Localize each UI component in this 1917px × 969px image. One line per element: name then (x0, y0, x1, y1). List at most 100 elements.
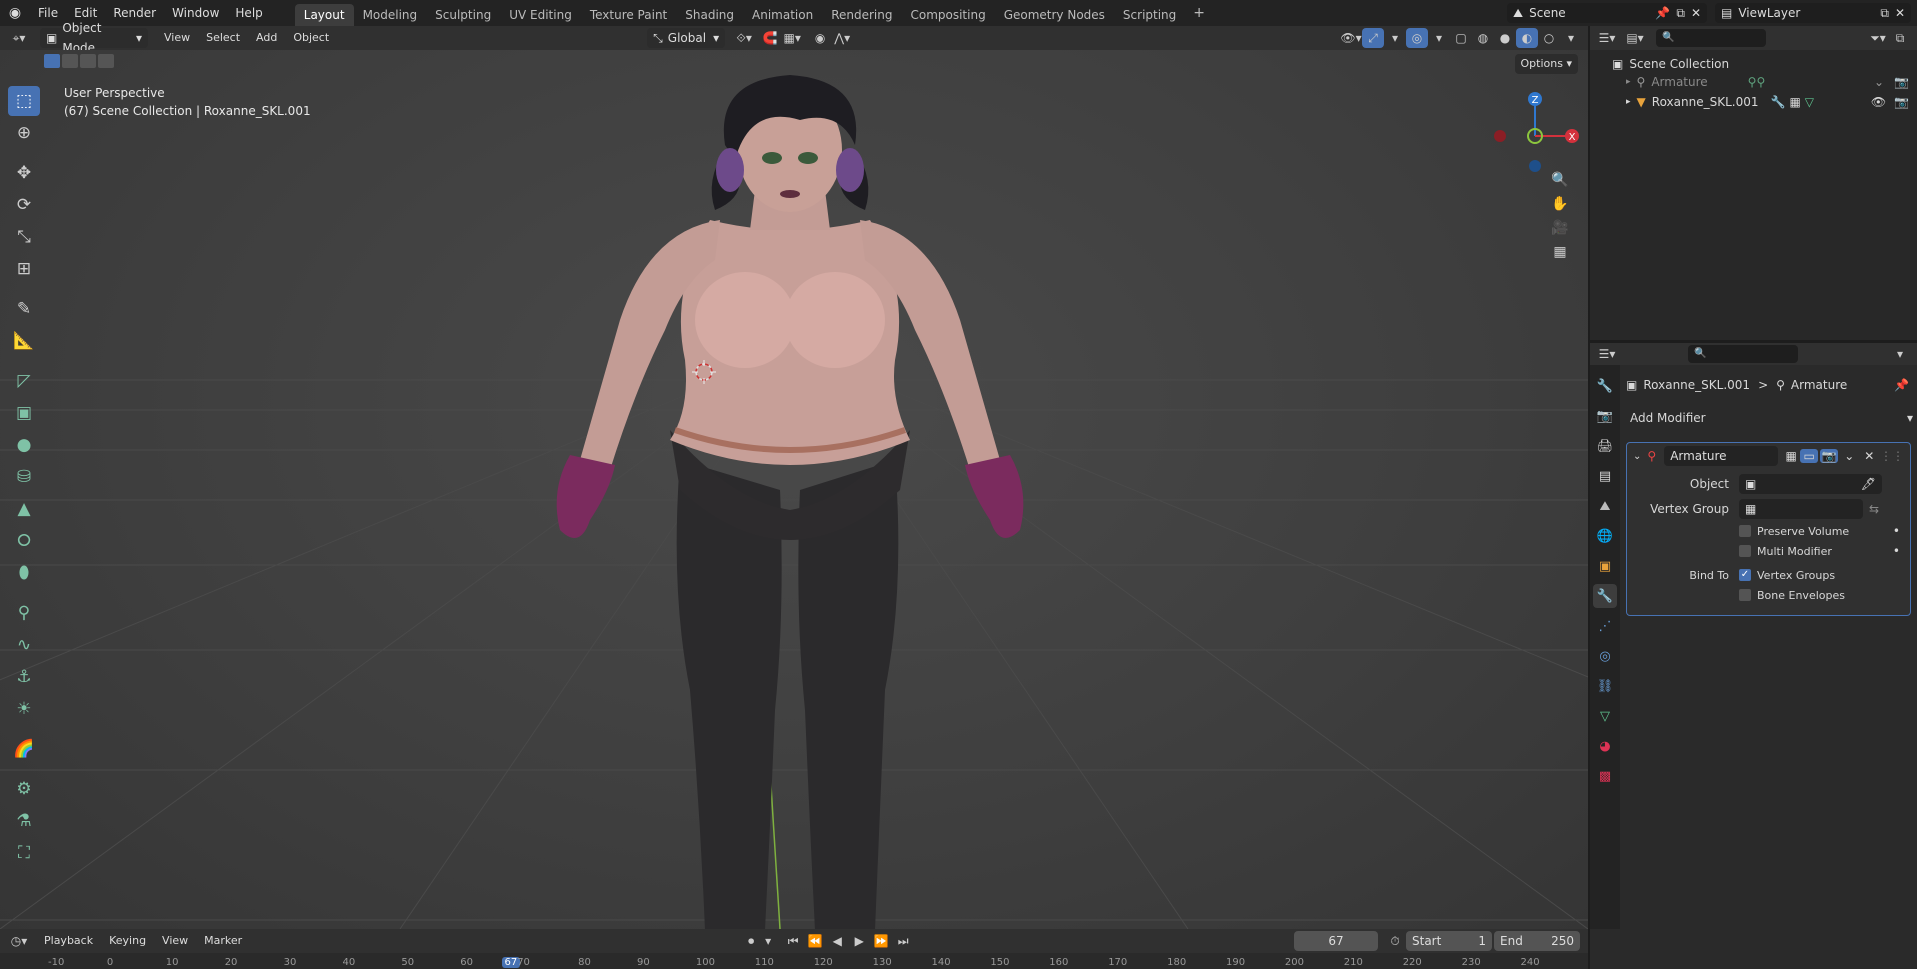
tab-rendering[interactable]: Rendering (822, 4, 901, 26)
gizmo-icon[interactable]: ⤢ (1362, 28, 1384, 48)
prev-keyframe-icon[interactable]: ⏪ (804, 931, 826, 951)
world-tab-icon[interactable]: 🌐 (1593, 524, 1617, 548)
auto-key-dropdown-icon[interactable]: ▾ (762, 931, 774, 951)
tab-scripting[interactable]: Scripting (1114, 4, 1185, 26)
properties-search-input[interactable]: 🔍 (1688, 345, 1798, 363)
rotate-tool-icon[interactable]: ⟳ (8, 190, 40, 220)
add-empty-icon[interactable]: ⚓ (8, 662, 40, 692)
neg-x-axis-icon[interactable] (1494, 130, 1506, 142)
hidden-icon[interactable]: ⌄ (1874, 75, 1884, 89)
select-box-icon[interactable]: ⬚ (8, 86, 40, 116)
modifier-menu-chevron-icon[interactable]: ⌄ (1844, 449, 1854, 463)
multi-modifier-checkbox[interactable]: Multi Modifier • (1627, 541, 1910, 561)
add-modifier-button[interactable]: Add Modifier ▾ (1626, 407, 1913, 429)
play-reverse-icon[interactable]: ◀ (826, 931, 848, 951)
new-scene-icon[interactable]: ⧉ (1676, 3, 1685, 23)
select-extend-icon[interactable] (62, 54, 78, 68)
proportional-edit-icon[interactable]: ◉ (809, 28, 831, 48)
new-collection-icon[interactable]: ⧉ (1889, 28, 1911, 48)
shading-dropdown-icon[interactable]: ▾ (1560, 28, 1582, 48)
camera-icon[interactable]: 🎥 (1549, 218, 1571, 238)
tab-sculpting[interactable]: Sculpting (426, 4, 500, 26)
remove-modifier-icon[interactable]: ✕ (1864, 449, 1874, 463)
checkbox-checked-icon[interactable]: ✓ (1739, 569, 1751, 581)
add-rainbow-icon[interactable]: 🌈 (8, 734, 40, 764)
constraints-tab-icon[interactable]: ⛓ (1593, 674, 1617, 698)
solid-shading-icon[interactable]: ● (1494, 28, 1516, 48)
tab-modeling[interactable]: Modeling (354, 4, 427, 26)
visible-eye-icon[interactable]: 👁 (1871, 95, 1886, 109)
timeline-menu-playback[interactable]: Playback (36, 928, 101, 954)
data-tab-icon[interactable]: ▽ (1593, 704, 1617, 728)
add-sphere-icon[interactable]: ● (8, 430, 40, 460)
character-model[interactable] (500, 70, 1060, 929)
tab-texture-paint[interactable]: Texture Paint (581, 4, 676, 26)
grid-perspective-icon[interactable]: ▦ (1549, 242, 1571, 262)
expand-arrow-icon[interactable]: ▸ (1626, 97, 1631, 107)
invert-vertex-group-icon[interactable]: ⇆ (1869, 502, 1879, 516)
scene-collection-row[interactable]: ▣ Scene Collection (1590, 50, 1917, 72)
add-force-field-icon[interactable]: ⚙ (8, 774, 40, 804)
view-layer-selector[interactable]: ▤ ViewLayer ⧉ ✕ (1715, 3, 1911, 23)
material-tab-icon[interactable]: ◕ (1593, 734, 1617, 758)
tab-uv-editing[interactable]: UV Editing (500, 4, 581, 26)
add-bone-icon[interactable]: ⚲ (8, 598, 40, 628)
add-shrinkwrap-icon[interactable]: ⛶ (8, 838, 40, 868)
falloff-icon[interactable]: ⋀▾ (831, 28, 853, 48)
snap-target-icon[interactable]: ▦▾ (781, 28, 803, 48)
render-camera-icon[interactable]: 📷 (1894, 95, 1909, 109)
close-icon[interactable]: ✕ (1895, 3, 1905, 23)
viewport-menu-select[interactable]: Select (198, 25, 248, 51)
editor-type-icon[interactable]: ⌖▾ (8, 28, 30, 48)
outliner-row-armature[interactable]: ▸ ⚲ Armature ⚲⚲ ⌄ 📷 (1590, 72, 1917, 92)
add-plane-icon[interactable]: ◸ (8, 366, 40, 396)
transform-tool-icon[interactable]: ⊞ (8, 254, 40, 284)
annotate-tool-icon[interactable]: ✎ (8, 294, 40, 324)
tab-animation[interactable]: Animation (743, 4, 822, 26)
preserve-volume-checkbox[interactable]: Preserve Volume • (1627, 521, 1910, 541)
timeline-menu-view[interactable]: View (154, 928, 196, 954)
start-frame-field[interactable]: Start 1 (1406, 931, 1492, 951)
filter-icon[interactable]: ⏷▾ (1867, 28, 1889, 48)
material-shading-icon[interactable]: ◐ (1516, 28, 1538, 48)
eyedropper-icon[interactable]: 🖋 (1861, 474, 1876, 494)
add-capsule-icon[interactable]: ⬮ (8, 558, 40, 588)
add-flask-icon[interactable]: ⚗ (8, 806, 40, 836)
xray-icon[interactable]: ▢ (1450, 28, 1472, 48)
stopwatch-icon[interactable]: ⏱ (1384, 931, 1406, 951)
outliner-editor-type-icon[interactable]: ☰▾ (1596, 28, 1618, 48)
select-new-icon[interactable] (44, 54, 60, 68)
display-mode-icon[interactable]: ▤▾ (1624, 28, 1646, 48)
timeline-editor-type-icon[interactable]: ◷▾ (8, 931, 30, 951)
physics-tab-icon[interactable]: ◎ (1593, 644, 1617, 668)
scene-selector[interactable]: ⛰ Scene 📌 ⧉ ✕ (1507, 3, 1707, 23)
particles-tab-icon[interactable]: ⋰ (1593, 614, 1617, 638)
zoom-icon[interactable]: 🔍 (1549, 170, 1571, 190)
play-icon[interactable]: ▶ (848, 931, 870, 951)
checkbox-icon[interactable] (1739, 589, 1751, 601)
modifier-tab-icon[interactable]: 🔧 (1593, 584, 1617, 608)
pan-hand-icon[interactable]: ✋ (1549, 194, 1571, 214)
timeline-menu-marker[interactable]: Marker (196, 928, 250, 954)
transform-orientation-selector[interactable]: ⤡ Global ▾ (647, 28, 726, 48)
output-tab-icon[interactable]: 🖨 (1593, 434, 1617, 458)
viewport-menu-add[interactable]: Add (248, 25, 285, 51)
rendered-shading-icon[interactable]: ○ (1538, 28, 1560, 48)
select-subtract-icon[interactable] (80, 54, 96, 68)
view-layer-tab-icon[interactable]: ▤ (1593, 464, 1617, 488)
object-field[interactable]: ▣ 🖋 (1739, 473, 1882, 494)
collapse-arrow-icon[interactable]: ⌄ (1633, 451, 1641, 462)
tab-layout[interactable]: Layout (294, 4, 354, 26)
add-torus-icon[interactable]: ⭘ (8, 526, 40, 556)
pivot-icon[interactable]: ⟐▾ (733, 28, 755, 48)
keyframe-dot-icon[interactable]: • (1893, 524, 1900, 538)
viewport-menu-object[interactable]: Object (285, 25, 337, 51)
modifier-name-field[interactable]: Armature (1664, 446, 1779, 466)
viewport-toggle-icon[interactable]: ▭ (1800, 449, 1819, 463)
add-workspace-button[interactable]: + (1185, 5, 1213, 21)
new-view-layer-icon[interactable]: ⧉ (1880, 3, 1889, 23)
visibility-icon[interactable]: 👁▾ (1340, 28, 1362, 48)
add-curve-icon[interactable]: ∿ (8, 630, 40, 660)
blender-logo-icon[interactable]: ◉ (0, 5, 30, 21)
jump-start-icon[interactable]: ⏮ (782, 931, 804, 951)
